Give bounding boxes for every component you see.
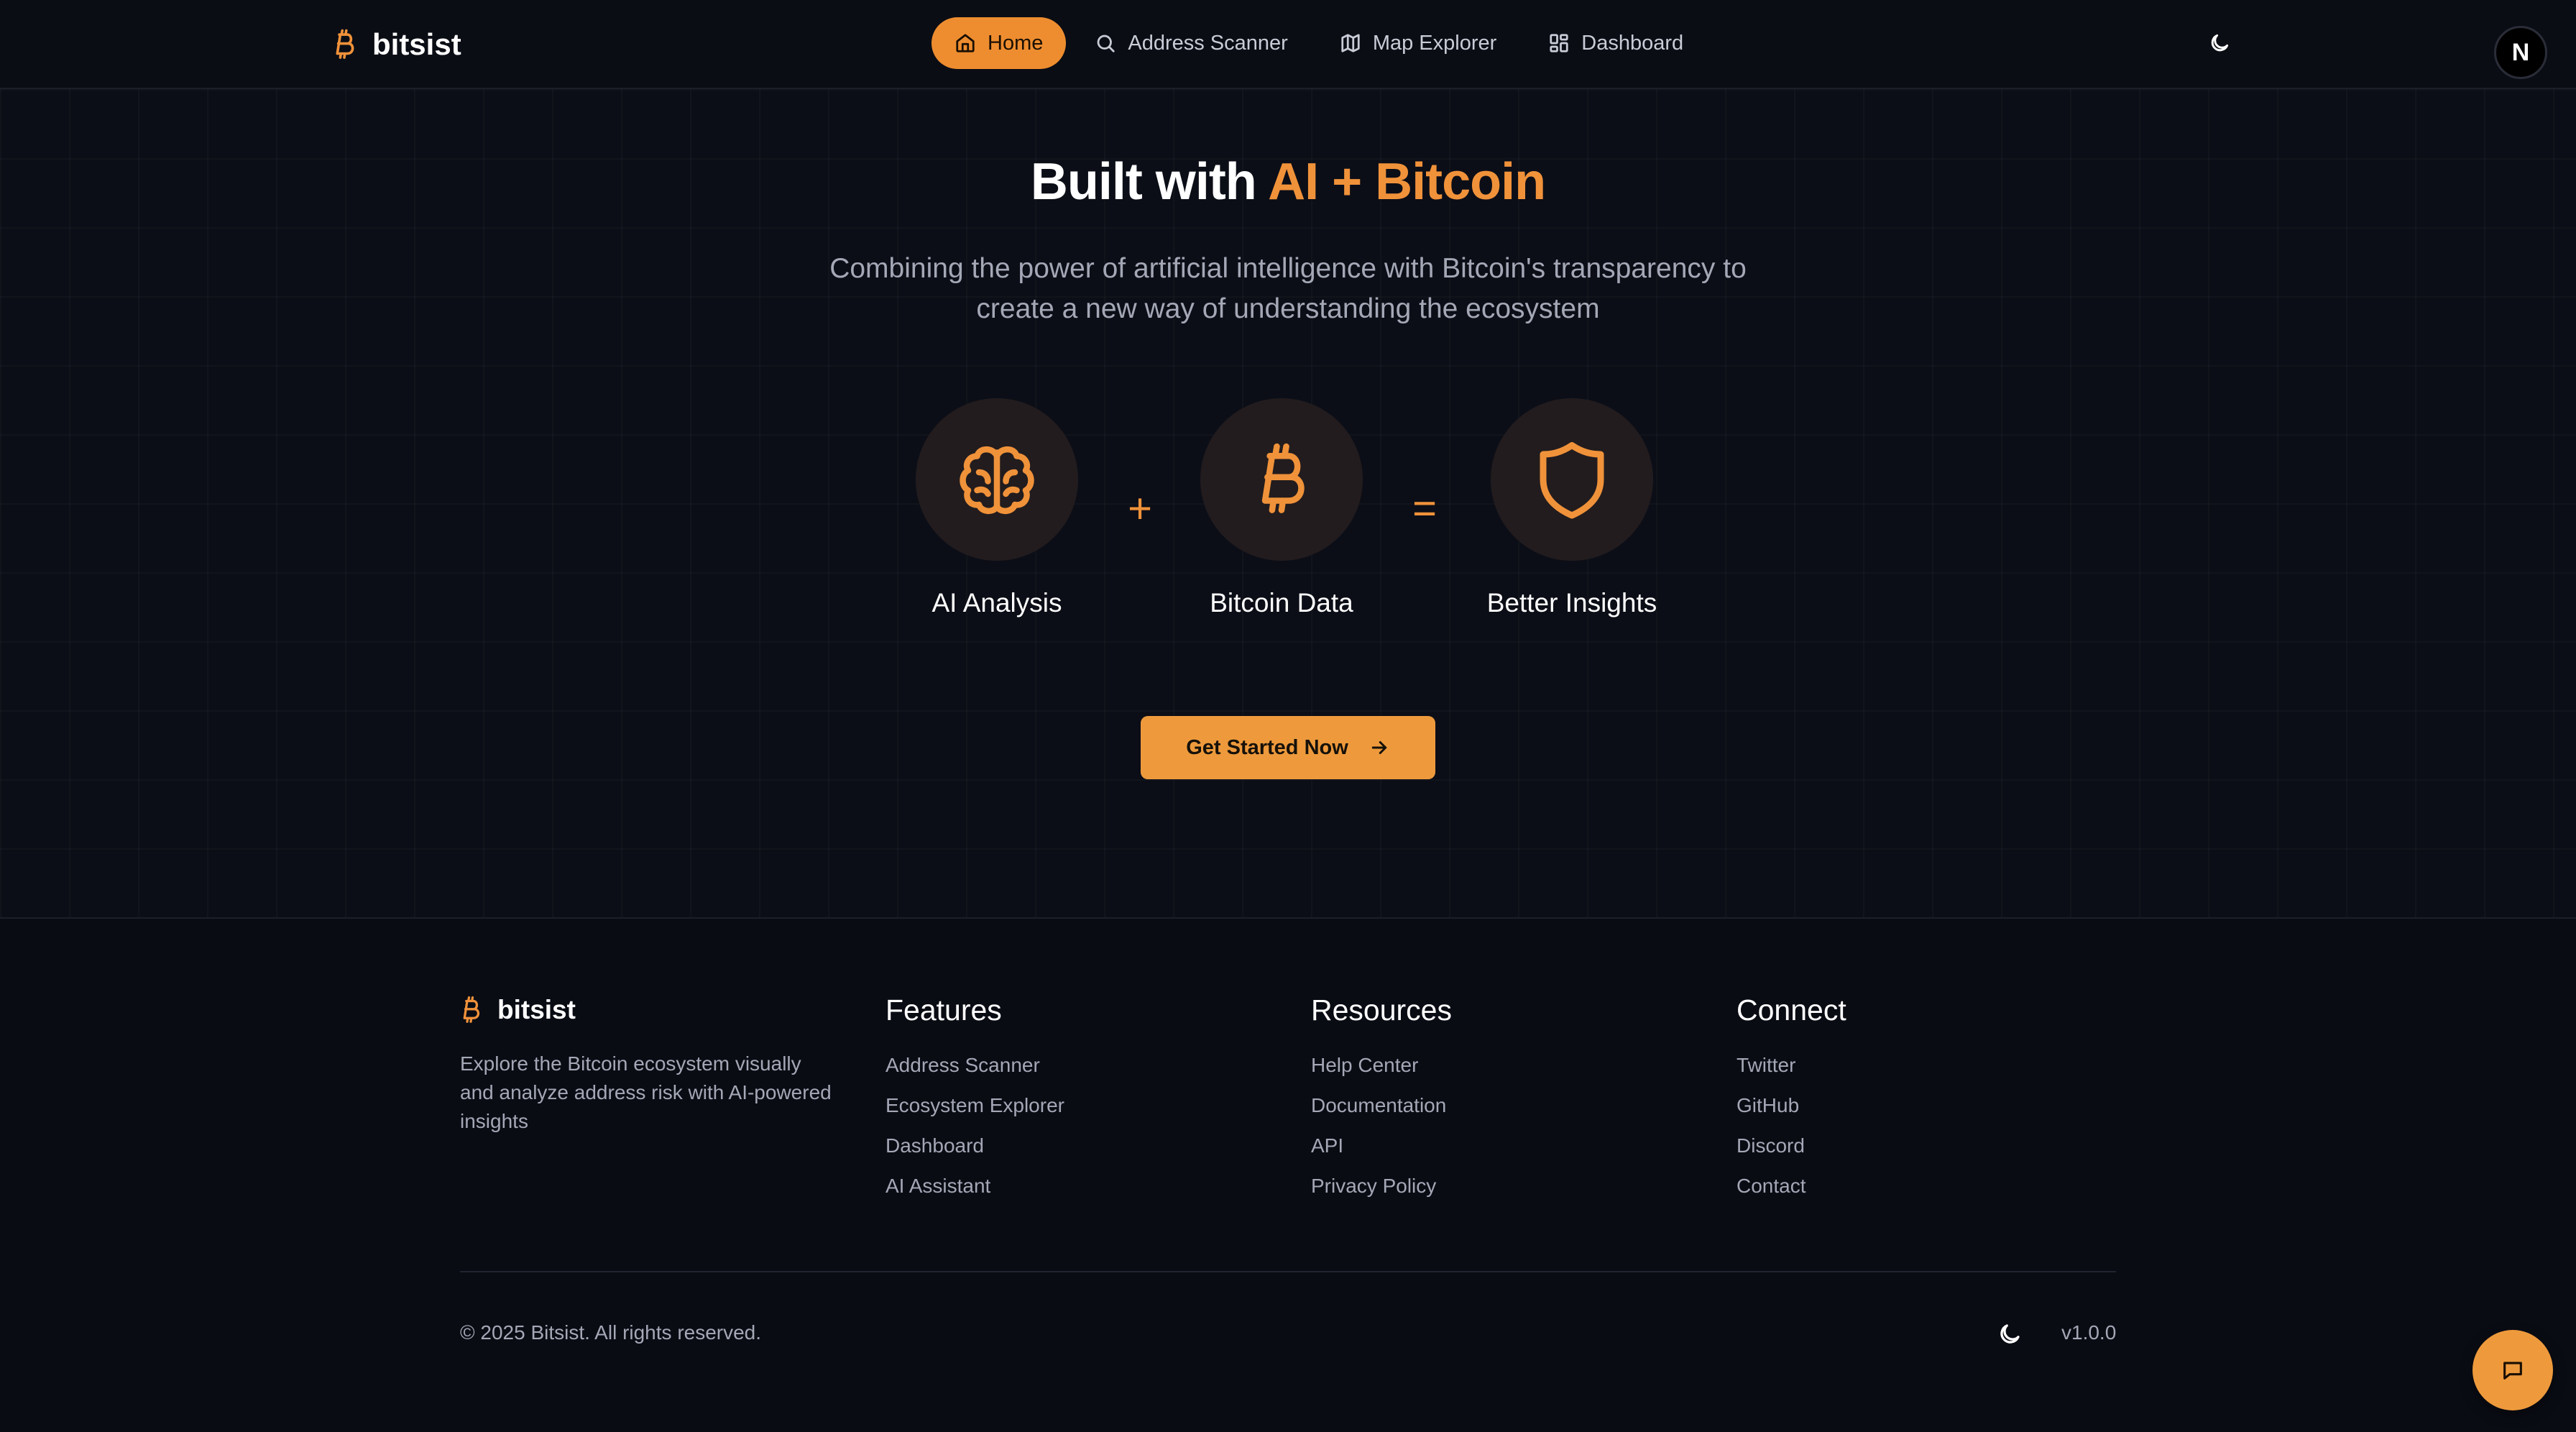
brand-logo[interactable]: bitsist xyxy=(332,24,461,65)
footer-link-ai-assistant[interactable]: AI Assistant xyxy=(886,1166,1064,1206)
hero-subtitle: Combining the power of artificial intell… xyxy=(829,253,1747,324)
bitcoin-icon xyxy=(1261,443,1305,513)
equation-row: AI Analysis + Bitcoin Data = Better Insi… xyxy=(0,398,2576,628)
footer-link-ecosystem-explorer[interactable]: Ecosystem Explorer xyxy=(886,1086,1064,1126)
user-avatar[interactable]: N xyxy=(2494,26,2547,79)
get-started-button[interactable]: Get Started Now xyxy=(1141,716,1435,779)
footer-link-github[interactable]: GitHub xyxy=(1736,1086,1846,1126)
site-footer: bitsist Explore the Bitcoin ecosystem vi… xyxy=(0,917,2576,1432)
equals-operator: = xyxy=(1412,485,1437,532)
footer-connect-column: Connect Twitter GitHub Discord Contact xyxy=(1736,991,1846,1206)
footer-resources-links: Help Center Documentation API Privacy Po… xyxy=(1311,1045,1452,1206)
nav-home-label: Home xyxy=(988,31,1044,55)
nav-map-explorer[interactable]: Map Explorer xyxy=(1317,17,1519,69)
footer-features-heading: Features xyxy=(886,993,1002,1027)
theme-toggle-button[interactable] xyxy=(2204,27,2235,59)
nav-map-explorer-label: Map Explorer xyxy=(1372,31,1497,55)
footer-link-dashboard[interactable]: Dashboard xyxy=(886,1126,1064,1166)
bitcoin-icon xyxy=(463,996,480,1023)
hero-title-accent: AI + Bitcoin xyxy=(1268,153,1546,211)
nav-dashboard-label: Dashboard xyxy=(1581,31,1684,55)
hero-title-prefix: Built with xyxy=(1030,153,1269,211)
better-insights-circle xyxy=(1491,398,1653,561)
footer-link-documentation[interactable]: Documentation xyxy=(1311,1086,1452,1126)
footer-resources-heading: Resources xyxy=(1311,993,1452,1027)
footer-brand-name: bitsist xyxy=(497,995,576,1024)
dashboard-icon xyxy=(1550,34,1568,52)
equation-ai-analysis: AI Analysis xyxy=(882,398,1112,618)
equation-better-insights: Better Insights xyxy=(1457,398,1687,618)
nav-address-scanner[interactable]: Address Scanner xyxy=(1072,17,1310,69)
footer-version: v1.0.0 xyxy=(2061,1321,2117,1344)
footer-resources-column: Resources Help Center Documentation API … xyxy=(1311,991,1452,1206)
chat-button[interactable] xyxy=(2472,1330,2553,1410)
chat-icon xyxy=(2503,1362,2522,1380)
bitcoin-data-circle xyxy=(1200,398,1363,561)
footer-description: Explore the Bitcoin ecosystem visually a… xyxy=(460,1052,832,1132)
footer-connect-links: Twitter GitHub Discord Contact xyxy=(1736,1045,1846,1206)
footer-copyright: © 2025 Bitsist. All rights reserved. xyxy=(460,1321,762,1344)
avatar-letter: N xyxy=(2511,38,2530,66)
bitcoin-data-label: Bitcoin Data xyxy=(1210,588,1353,618)
footer-link-address-scanner[interactable]: Address Scanner xyxy=(886,1045,1064,1086)
nav-home[interactable]: Home xyxy=(932,17,1067,69)
arrow-right-icon xyxy=(1371,741,1387,754)
ai-analysis-circle xyxy=(916,398,1078,561)
footer-divider xyxy=(460,1271,2116,1272)
search-icon xyxy=(1097,35,1115,52)
footer-link-api[interactable]: API xyxy=(1311,1126,1452,1166)
footer-connect-heading: Connect xyxy=(1736,993,1846,1027)
nav-dashboard[interactable]: Dashboard xyxy=(1525,17,1706,69)
hero-title: Built with AI + Bitcoin xyxy=(0,152,2576,211)
plus-operator: + xyxy=(1128,485,1152,532)
footer-features-column: Features Address Scanner Ecosystem Explo… xyxy=(886,991,1064,1206)
footer-features-links: Address Scanner Ecosystem Explorer Dashb… xyxy=(886,1045,1064,1206)
get-started-label: Get Started Now xyxy=(1186,735,1348,759)
shield-icon xyxy=(1540,442,1604,519)
main-nav: Home Address Scanner Map Explorer Dashbo… xyxy=(932,17,1706,69)
ai-analysis-label: AI Analysis xyxy=(932,588,1062,618)
brand-name: bitsist xyxy=(372,27,461,61)
moon-icon xyxy=(2211,34,2229,52)
footer-link-contact[interactable]: Contact xyxy=(1736,1166,1846,1206)
brain-icon xyxy=(960,446,1034,514)
bitcoin-icon xyxy=(336,29,354,59)
map-icon xyxy=(1341,34,1360,52)
footer-link-help-center[interactable]: Help Center xyxy=(1311,1045,1452,1086)
moon-icon[interactable] xyxy=(1997,1321,2023,1347)
top-navbar: bitsist Home Address Scanner Map Explore… xyxy=(0,0,2576,89)
footer-link-twitter[interactable]: Twitter xyxy=(1736,1045,1846,1086)
nav-address-scanner-label: Address Scanner xyxy=(1128,31,1288,55)
equation-bitcoin-data: Bitcoin Data xyxy=(1167,398,1397,618)
footer-brand-column: bitsist Explore the Bitcoin ecosystem vi… xyxy=(460,991,834,1136)
footer-link-privacy-policy[interactable]: Privacy Policy xyxy=(1311,1166,1452,1206)
footer-brand-logo[interactable]: bitsist xyxy=(460,991,834,1029)
footer-link-discord[interactable]: Discord xyxy=(1736,1126,1846,1166)
better-insights-label: Better Insights xyxy=(1486,588,1657,618)
home-icon xyxy=(956,34,975,52)
